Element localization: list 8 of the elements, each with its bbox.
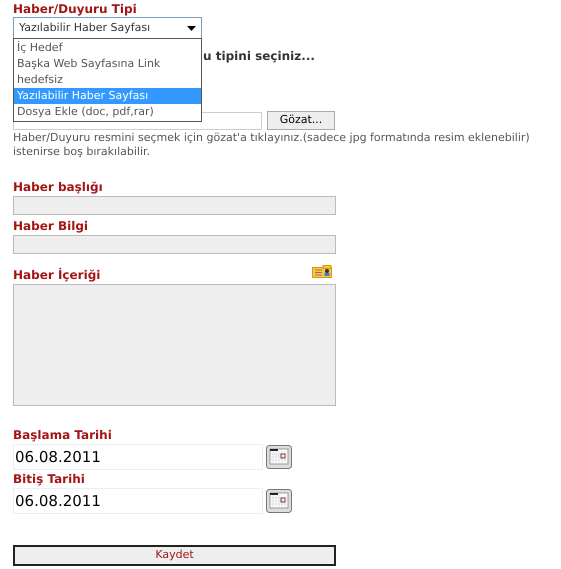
field-label: Haber Bilgi — [13, 219, 90, 233]
field-label: Bitiş Tarihi — [13, 472, 86, 486]
field-label: Haber başlığı — [13, 180, 104, 194]
field-label: Haber İçeriği — [13, 268, 100, 282]
field-label: Haber/Duyuru Tipi — [13, 2, 138, 16]
field-label: Başlama Tarihi — [13, 428, 113, 442]
help-text: Haber/Duyuru resmini seçmek için gözat'a tıklayınız.(sadece jpg formatında resim eklenebilir) istenirse boş bırakılabilir. — [13, 131, 531, 159]
hint-text: u tipini seçiniz... — [203, 49, 315, 63]
